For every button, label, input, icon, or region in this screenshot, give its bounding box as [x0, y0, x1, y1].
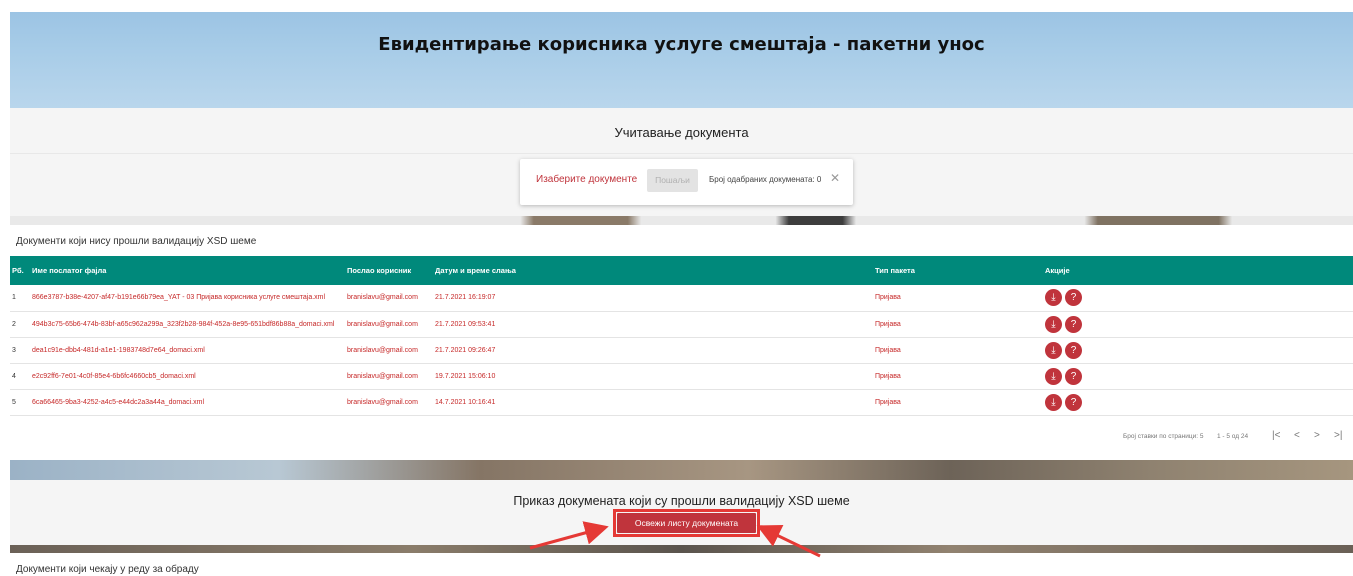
actions-cell: ⤓?	[1043, 337, 1353, 364]
column-header: Рб.	[10, 256, 30, 285]
upload-title: Учитавање документа	[614, 125, 749, 140]
scenic-strip	[10, 216, 1353, 225]
next-page-icon[interactable]: >	[1314, 430, 1320, 441]
choose-documents-button[interactable]: Изаберите документе	[536, 174, 637, 185]
file-name-link[interactable]: 6ca66465-9ba3-4252-a4c5-e44dc2a3a44a_dom…	[30, 389, 345, 416]
valid-documents-section: Приказ докумената који су прошли валидац…	[10, 480, 1353, 545]
refresh-documents-button[interactable]: Освежи листу докумената	[617, 513, 756, 533]
column-header[interactable]: Датум и време слања	[433, 256, 873, 285]
help-icon[interactable]: ?	[1065, 341, 1082, 359]
items-per-page-label: Број ставки по страници: 5	[1123, 433, 1204, 440]
valid-documents-title: Приказ докумената који су прошли валидац…	[513, 494, 850, 508]
scenic-strip	[10, 545, 1353, 553]
close-icon[interactable]: ✕	[830, 171, 840, 185]
package-type: Пријава	[873, 285, 1043, 312]
help-icon[interactable]: ?	[1065, 315, 1082, 333]
sent-datetime: 21.7.2021 16:19:07	[433, 285, 873, 312]
sender-email: branislavu@gmail.com	[345, 311, 433, 338]
invalid-documents-section: Документи који нису прошли валидацију XS…	[10, 225, 1353, 460]
package-type: Пријава	[873, 311, 1043, 338]
sent-datetime: 14.7.2021 10:16:41	[433, 389, 873, 416]
queue-documents-heading: Документи који чекају у реду за обраду	[16, 564, 199, 575]
paginator: Број ставки по страници: 5 1 - 5 од 24 |…	[10, 430, 1353, 445]
package-type: Пријава	[873, 389, 1043, 416]
file-name-link[interactable]: e2c92ff6-7e01-4c0f-85e4-6b6fc4660cb5_dom…	[30, 363, 345, 390]
column-header[interactable]: Послао корисник	[345, 256, 433, 285]
row-number: 2	[10, 311, 30, 338]
first-page-icon[interactable]: |<	[1272, 430, 1280, 441]
help-icon[interactable]: ?	[1065, 289, 1082, 307]
download-icon[interactable]: ⤓	[1045, 289, 1062, 307]
sender-email: branislavu@gmail.com	[345, 285, 433, 312]
column-header[interactable]: Тип пакета	[873, 256, 1043, 285]
table-row: 5 6ca66465-9ba3-4252-a4c5-e44dc2a3a44a_d…	[10, 389, 1353, 416]
selected-count-label: Број одабраних докумената: 0	[709, 175, 822, 184]
page-title: Евидентирање корисника услуге смештаја -…	[378, 34, 985, 55]
row-number: 3	[10, 337, 30, 364]
help-icon[interactable]: ?	[1065, 367, 1082, 385]
sender-email: branislavu@gmail.com	[345, 337, 433, 364]
actions-cell: ⤓?	[1043, 311, 1353, 338]
upload-card: Изаберите документе Пошаљи Број одабрани…	[520, 159, 853, 205]
table-row: 1 866e3787-b38e-4207-af47-b191e66b79ea_Y…	[10, 285, 1353, 312]
sent-datetime: 19.7.2021 15:06:10	[433, 363, 873, 390]
scenic-strip	[10, 460, 1353, 480]
sender-email: branislavu@gmail.com	[345, 363, 433, 390]
actions-cell: ⤓?	[1043, 285, 1353, 312]
invalid-documents-table: Рб. Име послатог фајла Послао корисник Д…	[10, 256, 1353, 416]
sender-email: branislavu@gmail.com	[345, 389, 433, 416]
table-row: 3 dea1c91e-dbb4-481d-a1e1-1983748d7e64_d…	[10, 337, 1353, 364]
download-icon[interactable]: ⤓	[1045, 315, 1062, 333]
download-icon[interactable]: ⤓	[1045, 341, 1062, 359]
package-type: Пријава	[873, 363, 1043, 390]
actions-cell: ⤓?	[1043, 363, 1353, 390]
actions-cell: ⤓?	[1043, 389, 1353, 416]
row-number: 1	[10, 285, 30, 312]
sent-datetime: 21.7.2021 09:26:47	[433, 337, 873, 364]
page-range-label: 1 - 5 од 24	[1217, 433, 1249, 440]
file-name-link[interactable]: 494b3c75-65b6-474b-83bf-a65c962a299a_323…	[30, 311, 345, 338]
header-banner: Евидентирање корисника услуге смештаја -…	[10, 12, 1353, 108]
column-header[interactable]: Име послатог фајла	[30, 256, 345, 285]
table-header-row: Рб. Име послатог фајла Послао корисник Д…	[10, 256, 1353, 285]
send-button[interactable]: Пошаљи	[647, 169, 698, 192]
file-name-link[interactable]: dea1c91e-dbb4-481d-a1e1-1983748d7e64_dom…	[30, 337, 345, 364]
upload-panel: Учитавање документа Изаберите документе …	[10, 108, 1353, 216]
row-number: 5	[10, 389, 30, 416]
table-row: 4 e2c92ff6-7e01-4c0f-85e4-6b6fc4660cb5_d…	[10, 363, 1353, 390]
download-icon[interactable]: ⤓	[1045, 393, 1062, 411]
file-name-link[interactable]: 866e3787-b38e-4207-af47-b191e66b79ea_YAT…	[30, 285, 345, 312]
sent-datetime: 21.7.2021 09:53:41	[433, 311, 873, 338]
previous-page-icon[interactable]: <	[1294, 430, 1300, 441]
column-header: Акције	[1043, 256, 1353, 285]
divider	[10, 153, 1353, 154]
row-number: 4	[10, 363, 30, 390]
help-icon[interactable]: ?	[1065, 393, 1082, 411]
table-row: 2 494b3c75-65b6-474b-83bf-a65c962a299a_3…	[10, 311, 1353, 338]
package-type: Пријава	[873, 337, 1043, 364]
invalid-documents-heading: Документи који нису прошли валидацију XS…	[16, 236, 257, 247]
download-icon[interactable]: ⤓	[1045, 367, 1062, 385]
last-page-icon[interactable]: >|	[1334, 430, 1342, 441]
